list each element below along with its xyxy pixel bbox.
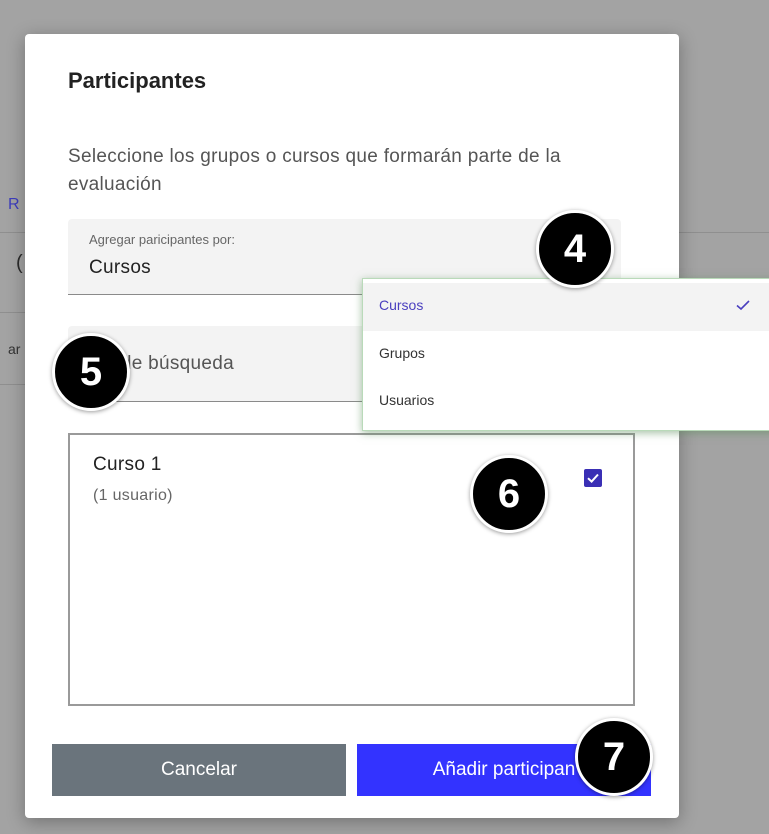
dropdown-option-grupos[interactable]: Grupos	[363, 331, 769, 379]
option-label: Usuarios	[379, 392, 435, 408]
step-badge-4: 4	[536, 210, 614, 288]
checkmark-icon	[587, 473, 599, 484]
step-badge-5: 5	[52, 333, 130, 411]
background-divider	[0, 232, 25, 233]
courses-list: Curso 1 (1 usuario)	[68, 433, 635, 706]
select-label: Agregar paricipantes por:	[89, 232, 235, 247]
course-name: Curso 1	[93, 454, 162, 475]
step-badge-7: 7	[575, 718, 653, 796]
add-by-dropdown-menu: Cursos Grupos Usuarios	[362, 278, 769, 431]
dialog-description: Seleccione los grupos o cursos que forma…	[68, 146, 561, 195]
course-user-count: (1 usuario)	[93, 487, 173, 504]
list-item[interactable]: Curso 1 (1 usuario)	[70, 435, 633, 525]
background-divider	[0, 384, 25, 385]
option-label: Grupos	[379, 345, 425, 361]
cancel-button[interactable]: Cancelar	[52, 744, 346, 796]
background-text-fragment: (	[16, 252, 23, 274]
background-text-fragment: ar	[8, 341, 21, 357]
select-value: Cursos	[89, 257, 151, 278]
dropdown-option-usuarios[interactable]: Usuarios	[363, 378, 769, 426]
dialog-title: Participantes	[68, 68, 207, 93]
step-badge-6: 6	[470, 455, 548, 533]
background-divider	[0, 312, 25, 313]
background-divider	[679, 232, 769, 233]
background-link-fragment: R	[8, 196, 20, 213]
option-label: Cursos	[379, 297, 424, 313]
course-checkbox[interactable]	[584, 469, 602, 487]
check-icon	[736, 300, 750, 311]
dropdown-option-cursos[interactable]: Cursos	[363, 283, 769, 331]
